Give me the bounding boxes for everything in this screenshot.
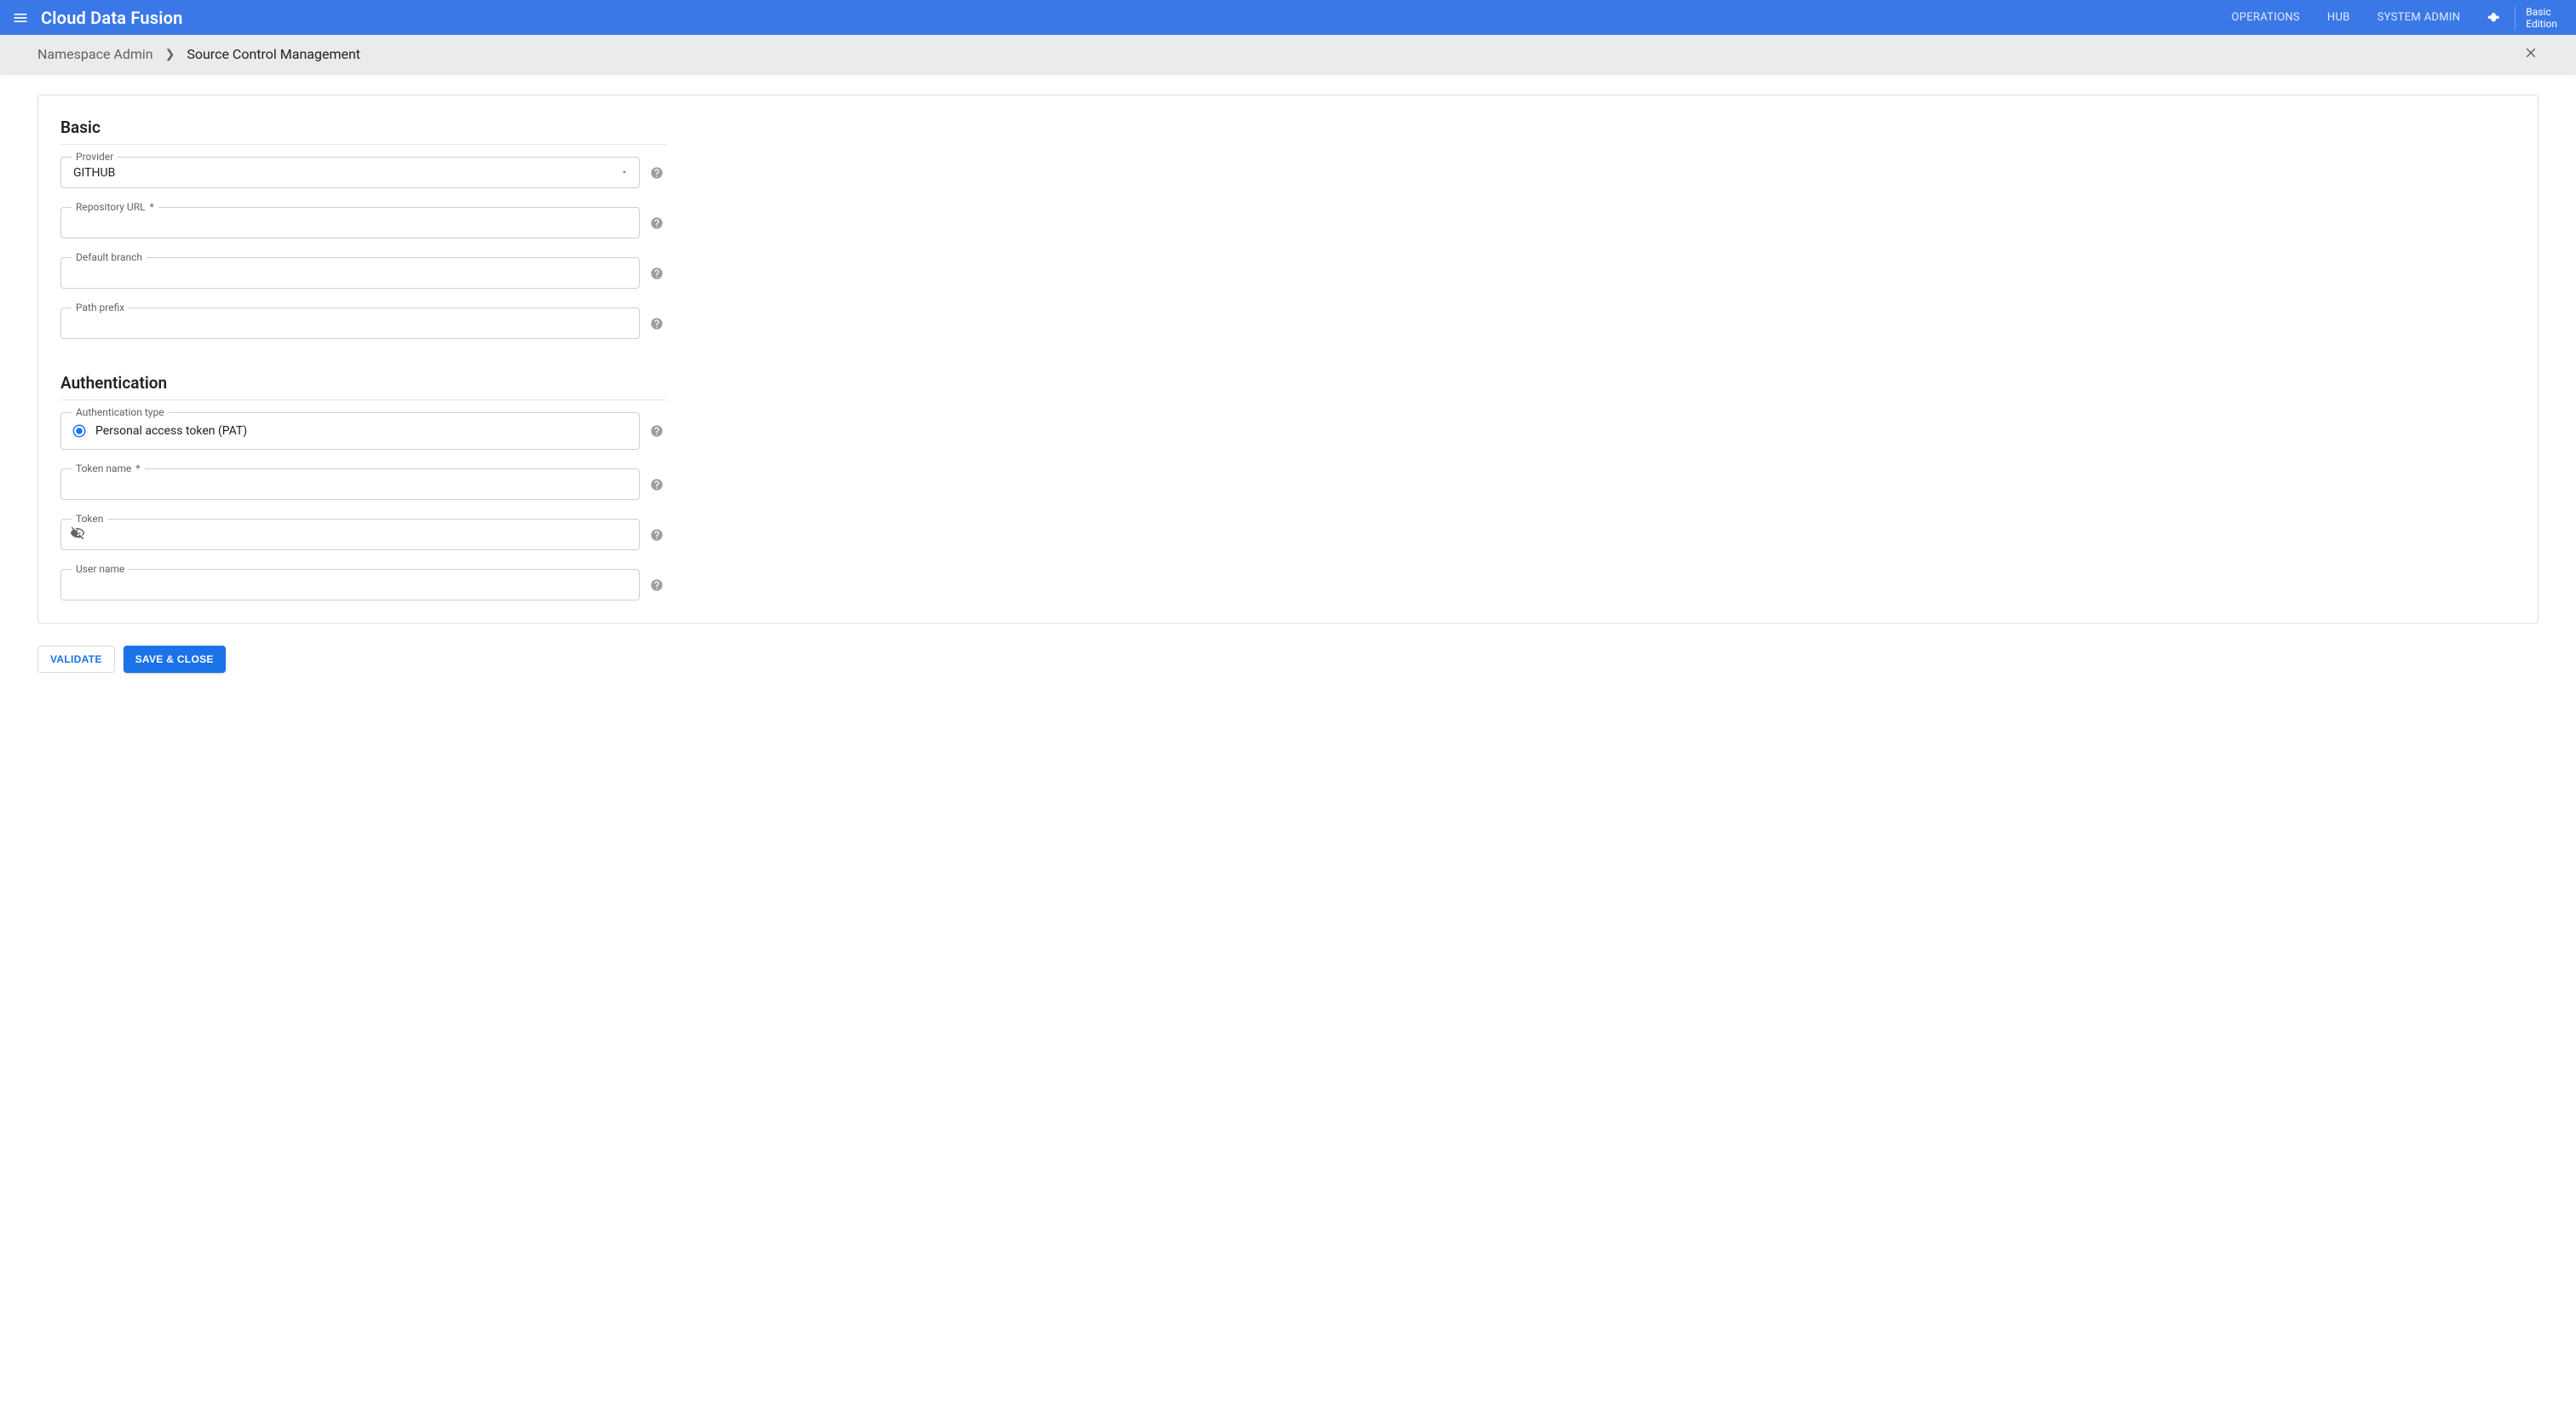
- provider-label: Provider: [72, 151, 118, 163]
- help-icon[interactable]: [647, 578, 667, 592]
- section-rule: [60, 144, 667, 145]
- auth-type-option-pat[interactable]: Personal access token (PAT): [61, 423, 247, 439]
- token-label: Token: [72, 513, 107, 525]
- page-body: Basic Provider GITHUB: [0, 74, 2576, 707]
- token-name-label: Token name *: [72, 463, 145, 474]
- settings-icon[interactable]: [2474, 9, 2515, 26]
- token-name-field[interactable]: Token name *: [60, 468, 640, 500]
- help-icon[interactable]: [647, 528, 667, 542]
- help-icon[interactable]: [647, 478, 667, 491]
- close-icon[interactable]: [2523, 45, 2539, 64]
- brand-title: Cloud Data Fusion: [41, 8, 183, 28]
- field-row-token: Token: [60, 519, 667, 550]
- edition-line1: Basic: [2526, 6, 2557, 18]
- help-icon[interactable]: [647, 267, 667, 280]
- field-row-repo-url: Repository URL *: [60, 207, 667, 238]
- save-close-button[interactable]: SAVE & CLOSE: [124, 646, 226, 673]
- breadcrumb-parent[interactable]: Namespace Admin: [37, 46, 153, 62]
- default-branch-field[interactable]: Default branch: [60, 257, 640, 289]
- path-prefix-field[interactable]: Path prefix: [60, 307, 640, 339]
- nav-system-admin[interactable]: SYSTEM ADMIN: [2364, 0, 2475, 35]
- help-icon[interactable]: [647, 166, 667, 180]
- field-row-token-name: Token name *: [60, 468, 667, 500]
- field-row-provider: Provider GITHUB: [60, 157, 667, 188]
- breadcrumb-current: Source Control Management: [187, 46, 360, 62]
- help-icon[interactable]: [647, 424, 667, 438]
- edition-line2: Edition: [2526, 18, 2557, 30]
- required-marker: *: [135, 463, 140, 474]
- provider-select[interactable]: Provider GITHUB: [60, 157, 640, 188]
- path-prefix-input[interactable]: [61, 308, 639, 338]
- top-nav: OPERATIONS HUB SYSTEM ADMIN Basic Editio…: [2217, 0, 2569, 35]
- user-name-input[interactable]: [61, 570, 639, 600]
- section-rule: [60, 399, 667, 400]
- app-header: Cloud Data Fusion OPERATIONS HUB SYSTEM …: [0, 0, 2576, 35]
- field-row-user-name: User name: [60, 569, 667, 600]
- field-row-default-branch: Default branch: [60, 257, 667, 289]
- field-row-auth-type: Authentication type Personal access toke…: [60, 412, 667, 450]
- nav-hub[interactable]: HUB: [2314, 0, 2364, 35]
- repo-url-field[interactable]: Repository URL *: [60, 207, 640, 238]
- token-name-label-text: Token name: [76, 463, 131, 474]
- nav-operations[interactable]: OPERATIONS: [2217, 0, 2313, 35]
- default-branch-input[interactable]: [61, 258, 639, 288]
- menu-icon[interactable]: [3, 9, 37, 26]
- auth-type-option-label: Personal access token (PAT): [95, 424, 247, 438]
- default-branch-label: Default branch: [72, 251, 147, 263]
- repo-url-label: Repository URL *: [72, 201, 158, 213]
- config-card: Basic Provider GITHUB: [37, 95, 2539, 623]
- auth-type-label: Authentication type: [72, 406, 169, 418]
- section-auth-title: Authentication: [60, 373, 667, 393]
- user-name-field[interactable]: User name: [60, 569, 640, 600]
- token-input[interactable]: [61, 520, 639, 549]
- edition-label: Basic Edition: [2516, 6, 2569, 30]
- visibility-off-icon[interactable]: [70, 526, 85, 544]
- path-prefix-label: Path prefix: [72, 302, 129, 313]
- user-name-label: User name: [72, 563, 129, 575]
- radio-checked-icon: [72, 423, 87, 439]
- form-actions: VALIDATE SAVE & CLOSE: [37, 646, 2539, 673]
- provider-value: GITHUB: [61, 158, 639, 187]
- chevron-right-icon: ❯: [165, 48, 175, 61]
- required-marker: *: [150, 201, 154, 213]
- token-name-input[interactable]: [61, 469, 639, 499]
- repo-url-label-text: Repository URL: [76, 201, 146, 213]
- section-basic-title: Basic: [60, 118, 667, 137]
- field-row-path-prefix: Path prefix: [60, 307, 667, 339]
- auth-type-field: Authentication type Personal access toke…: [60, 412, 640, 450]
- breadcrumb-bar: Namespace Admin ❯ Source Control Managem…: [0, 35, 2576, 74]
- help-icon[interactable]: [647, 317, 667, 330]
- validate-button[interactable]: VALIDATE: [37, 646, 115, 673]
- token-field[interactable]: Token: [60, 519, 640, 550]
- help-icon[interactable]: [647, 216, 667, 230]
